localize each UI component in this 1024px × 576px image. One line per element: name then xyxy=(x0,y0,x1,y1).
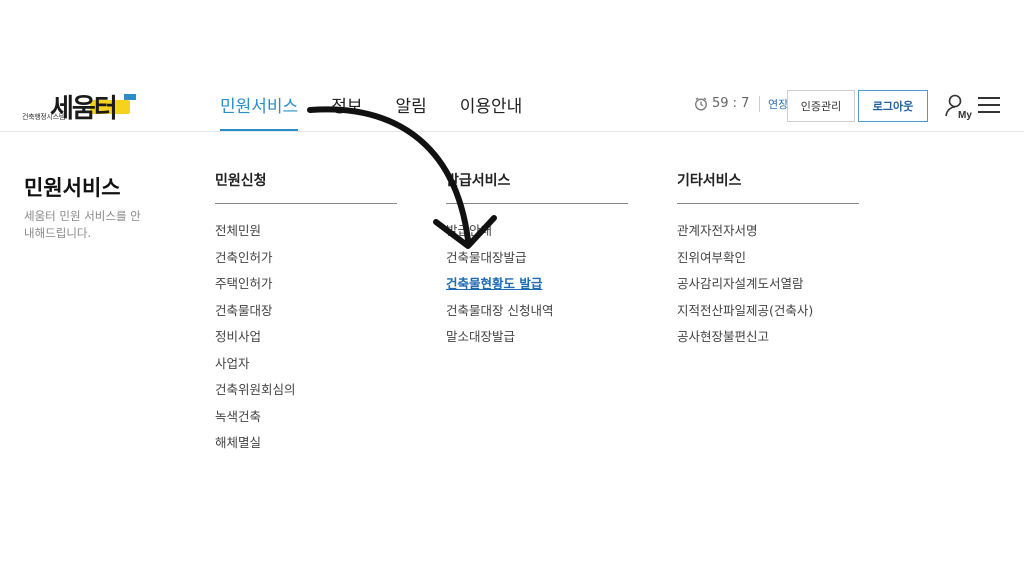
column-title: 기타서비스 xyxy=(677,170,859,204)
menu-item[interactable]: 녹색건축 xyxy=(215,404,397,431)
menu-item[interactable]: 정비사업 xyxy=(215,324,397,351)
my-label: My xyxy=(958,110,972,120)
logo[interactable]: 세움터 건축행정시스템 xyxy=(22,86,142,126)
menu-item[interactable]: 발급안내 xyxy=(446,218,628,245)
menu-item-building-status-issue[interactable]: 건축물현황도 발급 xyxy=(446,271,628,298)
column-list: 관계자전자서명 진위여부확인 공사감리자설계도서열람 지적전산파일제공(건축사)… xyxy=(677,218,859,351)
menu-item[interactable]: 건축물대장발급 xyxy=(446,245,628,272)
column-list: 발급안내 건축물대장발급 건축물현황도 발급 건축물대장 신청내역 말소대장발급 xyxy=(446,218,628,351)
column-title: 발급서비스 xyxy=(446,170,628,204)
menu-item[interactable]: 사업자 xyxy=(215,351,397,378)
menu-item[interactable]: 공사감리자설계도서열람 xyxy=(677,271,859,298)
hamburger-menu-icon[interactable] xyxy=(978,96,1000,114)
menu-item[interactable]: 건축물대장 신청내역 xyxy=(446,298,628,325)
nav-info[interactable]: 정보 xyxy=(331,92,362,131)
menu-item[interactable]: 지적전산파일제공(건축사) xyxy=(677,298,859,325)
mega-menu-description: 세움터 민원 서비스를 안내해드립니다. xyxy=(24,209,141,240)
main-nav: 민원서비스 정보 알림 이용안내 xyxy=(220,92,555,131)
column-issuance: 발급서비스 발급안내 건축물대장발급 건축물현황도 발급 건축물대장 신청내역 … xyxy=(446,170,628,351)
menu-item[interactable]: 주택인허가 xyxy=(215,271,397,298)
clock-icon xyxy=(695,97,707,110)
my-page-icon[interactable]: My xyxy=(944,92,972,120)
menu-item[interactable]: 건축인허가 xyxy=(215,245,397,272)
extend-session-link[interactable]: 연장 xyxy=(759,96,788,112)
menu-item[interactable]: 건축물대장 xyxy=(215,298,397,325)
top-header: 세움터 건축행정시스템 민원서비스 정보 알림 이용안내 59 : 7 연장 인… xyxy=(0,80,1024,132)
logo-text: 세움터 xyxy=(50,94,118,124)
logout-button[interactable]: 로그아웃 xyxy=(858,90,928,122)
mega-menu-title: 민원서비스 xyxy=(24,176,121,200)
menu-item[interactable]: 건축위원회심의 xyxy=(215,377,397,404)
nav-notice[interactable]: 알림 xyxy=(395,92,426,131)
nav-civil-service[interactable]: 민원서비스 xyxy=(220,92,299,131)
session-timer: 59 : 7 xyxy=(694,96,749,111)
mega-menu-panel: 민원서비스 세움터 민원 서비스를 안내해드립니다. 민원신청 전체민원 건축인… xyxy=(0,132,1024,462)
menu-item[interactable]: 공사현장불편신고 xyxy=(677,324,859,351)
menu-item[interactable]: 전체민원 xyxy=(215,218,397,245)
nav-guide[interactable]: 이용안내 xyxy=(460,92,523,131)
menu-item[interactable]: 말소대장발급 xyxy=(446,324,628,351)
column-other: 기타서비스 관계자전자서명 진위여부확인 공사감리자설계도서열람 지적전산파일제… xyxy=(677,170,859,351)
column-title: 민원신청 xyxy=(215,170,397,204)
menu-item[interactable]: 관계자전자서명 xyxy=(677,218,859,245)
column-list: 전체민원 건축인허가 주택인허가 건축물대장 정비사업 사업자 건축위원회심의 … xyxy=(215,218,397,457)
timer-value: 59 : 7 xyxy=(712,96,750,111)
menu-item[interactable]: 진위여부확인 xyxy=(677,245,859,272)
menu-item[interactable]: 해체멸실 xyxy=(215,430,397,457)
column-civil-apply: 민원신청 전체민원 건축인허가 주택인허가 건축물대장 정비사업 사업자 건축위… xyxy=(215,170,397,457)
cert-management-button[interactable]: 인증관리 xyxy=(787,90,855,122)
